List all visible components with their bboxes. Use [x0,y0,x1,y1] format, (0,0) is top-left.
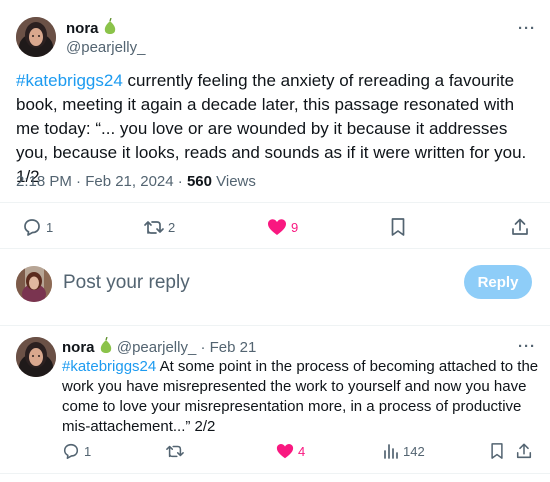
reply-author-name[interactable]: nora [62,339,95,356]
more-options-icon[interactable]: ··· [518,338,536,355]
reply-action[interactable]: 1 [62,442,91,460]
reply-header: nora @pearjelly_ · Feb 21 [62,336,256,358]
views-label: Views [211,173,256,190]
share-icon [515,442,533,460]
more-options-icon[interactable]: ··· [518,20,536,37]
views-action[interactable]: 142 [383,442,425,460]
bookmark-icon [389,217,407,237]
bookmark-action[interactable] [389,217,407,237]
divider [0,473,550,474]
heart-icon [266,217,288,237]
heart-icon [275,442,295,460]
divider [0,248,550,249]
bookmark-action[interactable] [489,442,505,460]
reply-count: 1 [84,443,92,459]
tweet-text: #katebriggs24 currently feeling the anxi… [16,69,536,189]
reply-icon [62,442,80,460]
pear-emoji-icon [103,17,117,36]
repost-count: 2 [168,219,176,235]
reply-input[interactable]: Post your reply [63,271,190,295]
like-action[interactable]: 9 [266,217,298,237]
reply-author-avatar[interactable] [16,337,56,377]
repost-action[interactable]: 2 [143,217,175,237]
views-count: 142 [403,443,425,459]
views-count: 560 [186,173,212,190]
hashtag-link[interactable]: #katebriggs24 [62,358,156,375]
author-avatar[interactable] [16,17,56,57]
reply-button[interactable]: Reply [464,265,532,299]
reply-text: #katebriggs24 At some point in the proce… [62,357,542,437]
like-count: 4 [298,443,306,459]
reply-date[interactable]: · Feb 21 [196,339,256,356]
author-name[interactable]: nora [66,20,99,37]
author-header: nora [66,17,117,39]
divider [0,202,550,203]
repost-action[interactable] [165,442,185,460]
author-handle[interactable]: @pearjelly_ [66,38,145,58]
hashtag-link[interactable]: #katebriggs24 [16,71,123,90]
share-icon [510,217,530,237]
divider [0,325,550,326]
repost-icon [143,217,165,237]
share-action[interactable] [515,442,533,460]
repost-icon [165,442,185,460]
reply-action[interactable]: 1 [22,217,53,237]
analytics-icon [383,442,399,460]
like-count: 9 [291,219,299,235]
my-avatar[interactable] [16,266,52,302]
reply-count: 1 [46,219,54,235]
bookmark-icon [489,442,505,460]
pear-emoji-icon [99,336,113,355]
reply-icon [22,217,42,237]
like-action[interactable]: 4 [275,442,305,460]
reply-author-handle[interactable]: @pearjelly_ [117,339,196,356]
tweet-timestamp[interactable]: 2:18 PM · Feb 21, 2024 · [16,173,187,190]
tweet-meta: 2:18 PM · Feb 21, 2024 · 560 Views [16,172,256,192]
share-action[interactable] [510,217,530,237]
